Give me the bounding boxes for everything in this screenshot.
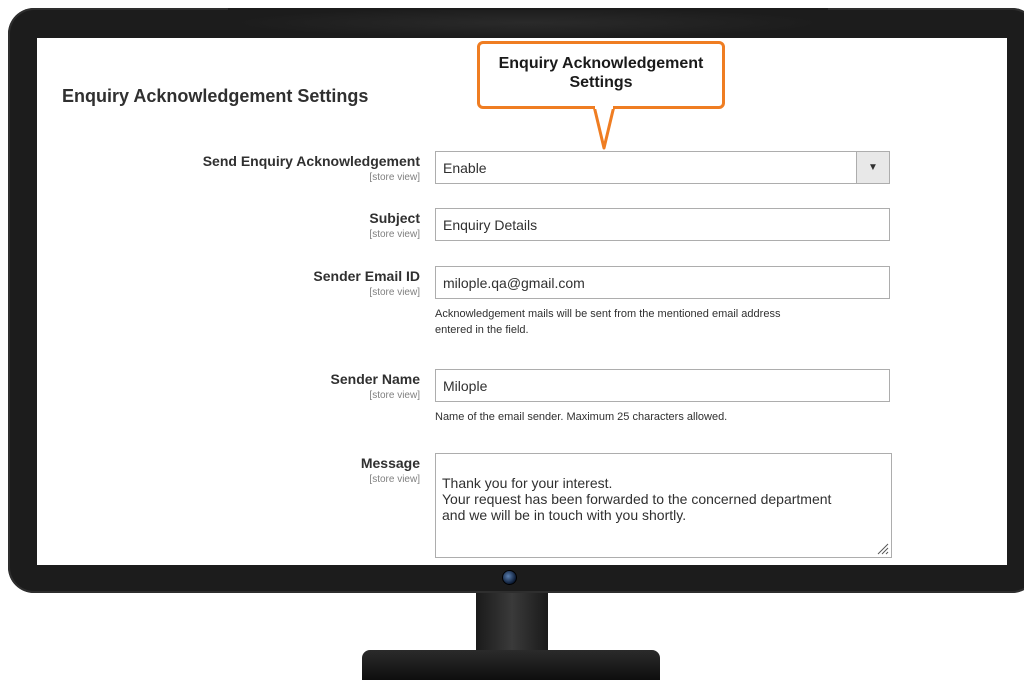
subject-scope: [store view] — [369, 229, 420, 240]
settings-screen: Enquiry Acknowledgement Settings Send En… — [37, 38, 1007, 565]
message-scope: [store view] — [369, 474, 420, 485]
send-ack-scope: [store view] — [369, 172, 420, 183]
sender-name-label: Sender Name — [330, 371, 420, 387]
sender-email-label: Sender Email ID — [313, 268, 420, 284]
sender-name-input[interactable]: Milople — [435, 369, 890, 402]
sender-name-scope: [store view] — [369, 390, 420, 401]
sender-email-note: Acknowledgement mails will be sent from … — [435, 306, 890, 338]
section-title: Enquiry Acknowledgement Settings — [62, 86, 369, 106]
sender-email-scope: [store view] — [369, 287, 420, 298]
callout-line1: Enquiry Acknowledgement — [498, 55, 704, 72]
message-label: Message — [360, 455, 420, 471]
webcam-icon — [502, 570, 517, 585]
callout-pointer — [592, 106, 616, 150]
send-ack-select[interactable]: Enable ▼ — [435, 151, 890, 184]
monitor-neck — [476, 593, 548, 653]
resize-handle-icon[interactable] — [875, 541, 889, 555]
message-text: Thank you for your interest. Your reques… — [442, 475, 832, 523]
bezel-highlight — [228, 8, 828, 38]
message-textarea[interactable]: Thank you for your interest. Your reques… — [435, 453, 892, 558]
subject-input[interactable]: Enquiry Details — [435, 208, 890, 241]
sender-name-note: Name of the email sender. Maximum 25 cha… — [435, 411, 728, 423]
chevron-down-icon[interactable]: ▼ — [856, 152, 889, 183]
sender-email-note-line1: Acknowledgement mails will be sent from … — [435, 308, 781, 320]
callout-line2: Settings — [569, 74, 633, 91]
send-ack-value: Enable — [443, 160, 487, 176]
monitor-base — [362, 650, 660, 680]
sender-email-input[interactable]: milople.qa@gmail.com — [435, 266, 890, 299]
callout-box: Enquiry Acknowledgement Settings — [477, 41, 725, 109]
subject-label: Subject — [369, 210, 420, 226]
send-ack-label: Send Enquiry Acknowledgement — [202, 153, 420, 169]
sender-email-note-line2: entered in the field. — [435, 324, 529, 336]
